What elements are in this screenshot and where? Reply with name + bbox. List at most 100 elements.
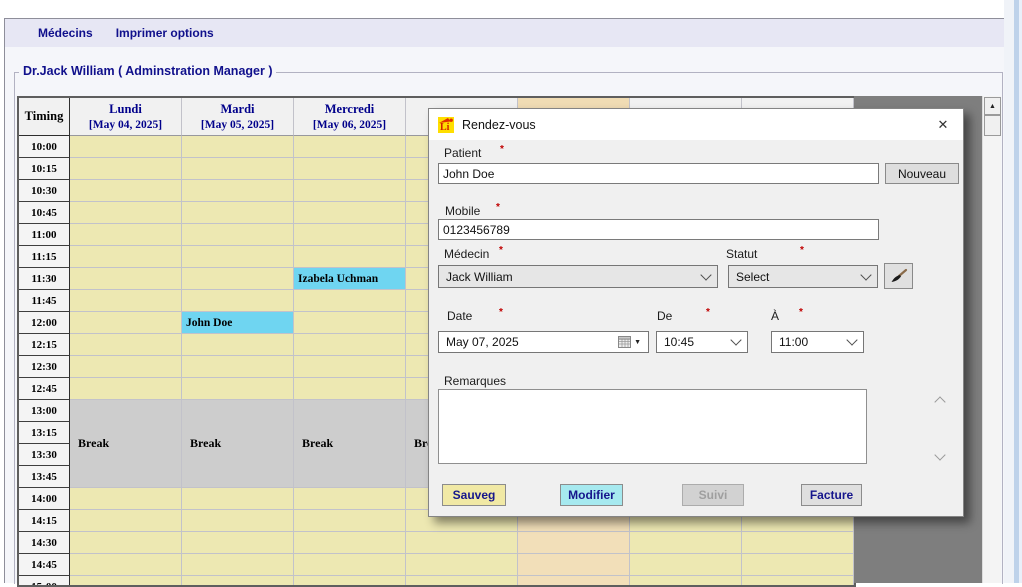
nouveau-button[interactable]: Nouveau [885,163,959,184]
modifier-button[interactable]: Modifier [560,484,623,506]
schedule-slot[interactable] [70,158,182,180]
dropdown-arrow-icon: ▼ [634,339,641,346]
schedule-slot[interactable] [294,488,406,510]
menu-medecins[interactable]: Médecins [38,26,93,40]
time-label: 11:15 [19,246,70,268]
schedule-slot[interactable] [294,576,406,587]
schedule-slot[interactable] [406,532,518,554]
schedule-slot[interactable] [630,554,742,576]
statut-select[interactable]: Select [728,265,878,288]
schedule-slot[interactable] [294,290,406,312]
remarques-textarea[interactable] [438,389,867,464]
schedule-slot[interactable] [182,246,294,268]
schedule-slot[interactable] [182,268,294,290]
schedule-slot[interactable] [742,554,854,576]
vertical-scrollbar[interactable]: ▲ [982,96,1001,583]
time-label: 13:00 [19,400,70,422]
schedule-slot[interactable] [294,312,406,334]
schedule-slot[interactable] [294,180,406,202]
time-label: 12:00 [19,312,70,334]
scrollbar-up-button[interactable]: ▲ [984,97,1001,115]
time-label: 10:30 [19,180,70,202]
schedule-slot[interactable] [182,488,294,510]
schedule-slot[interactable] [182,510,294,532]
schedule-slot[interactable] [70,312,182,334]
date-picker[interactable]: May 07, 2025 ▼ [438,331,649,353]
schedule-slot[interactable] [70,136,182,158]
schedule-slot[interactable] [630,532,742,554]
time-label: 13:15 [19,422,70,444]
schedule-slot[interactable] [182,356,294,378]
schedule-slot[interactable] [294,136,406,158]
schedule-slot[interactable] [182,158,294,180]
sauveg-button[interactable]: Sauveg [442,484,506,506]
calendar-dropdown-button[interactable]: ▼ [618,336,641,348]
schedule-slot[interactable] [70,180,182,202]
mobile-input[interactable] [438,219,879,240]
schedule-slot[interactable] [70,488,182,510]
schedule-slot[interactable] [70,510,182,532]
schedule-slot[interactable] [518,576,630,587]
schedule-slot[interactable] [182,532,294,554]
schedule-slot[interactable] [182,202,294,224]
schedule-slot[interactable] [406,554,518,576]
textarea-scroll-up-icon [934,396,945,407]
schedule-slot[interactable] [70,268,182,290]
schedule-slot[interactable] [630,576,742,587]
schedule-slot[interactable] [182,576,294,587]
schedule-slot[interactable] [294,224,406,246]
schedule-slot[interactable] [518,532,630,554]
close-icon[interactable]: ✕ [932,117,954,133]
schedule-slot[interactable] [294,554,406,576]
schedule-slot[interactable] [182,136,294,158]
schedule-slot[interactable] [406,576,518,587]
time-label: 11:45 [19,290,70,312]
schedule-slot[interactable] [70,532,182,554]
schedule-slot[interactable] [182,334,294,356]
schedule-slot[interactable] [182,180,294,202]
schedule-slot[interactable] [182,290,294,312]
schedule-slot[interactable] [70,202,182,224]
medecin-select[interactable]: Jack William [438,265,718,288]
schedule-slot[interactable] [294,532,406,554]
scrollbar-thumb[interactable] [984,115,1001,136]
menu-imprimer-options[interactable]: Imprimer options [116,26,214,40]
schedule-slot[interactable] [294,202,406,224]
schedule-slot[interactable] [742,576,854,587]
time-label: 14:15 [19,510,70,532]
schedule-slot[interactable] [294,356,406,378]
schedule-slot[interactable] [70,356,182,378]
medecin-required-mark: * [499,245,503,256]
schedule-slot[interactable] [182,378,294,400]
schedule-slot[interactable] [70,290,182,312]
schedule-slot[interactable] [742,532,854,554]
schedule-slot[interactable] [70,224,182,246]
a-time-select[interactable]: 11:00 [771,331,864,353]
menu-bar: Médecins Imprimer options [5,19,1004,47]
dialog-title: Rendez-vous [462,118,536,132]
dialog-title-bar[interactable]: Li Rendez-vous ✕ [429,109,963,140]
patient-input[interactable] [438,163,879,184]
schedule-slot[interactable] [294,158,406,180]
a-selected-value: 11:00 [779,335,808,349]
schedule-slot[interactable] [518,554,630,576]
schedule-slot[interactable] [294,334,406,356]
schedule-slot[interactable] [70,576,182,587]
schedule-slot[interactable] [70,334,182,356]
schedule-slot[interactable] [182,224,294,246]
color-brush-button[interactable] [884,263,913,289]
schedule-slot[interactable] [182,554,294,576]
schedule-slot[interactable] [70,246,182,268]
appointment-cell[interactable]: John Doe [182,312,294,334]
facture-button[interactable]: Facture [801,484,862,506]
time-label: 12:30 [19,356,70,378]
de-time-select[interactable]: 10:45 [656,331,748,353]
appointment-cell[interactable]: Izabela Uchman [294,268,406,290]
schedule-slot[interactable] [294,510,406,532]
schedule-slot[interactable] [70,554,182,576]
schedule-slot[interactable] [294,378,406,400]
chevron-down-icon [846,334,857,345]
day-name: Lundi [109,101,142,118]
schedule-slot[interactable] [70,378,182,400]
schedule-slot[interactable] [294,246,406,268]
